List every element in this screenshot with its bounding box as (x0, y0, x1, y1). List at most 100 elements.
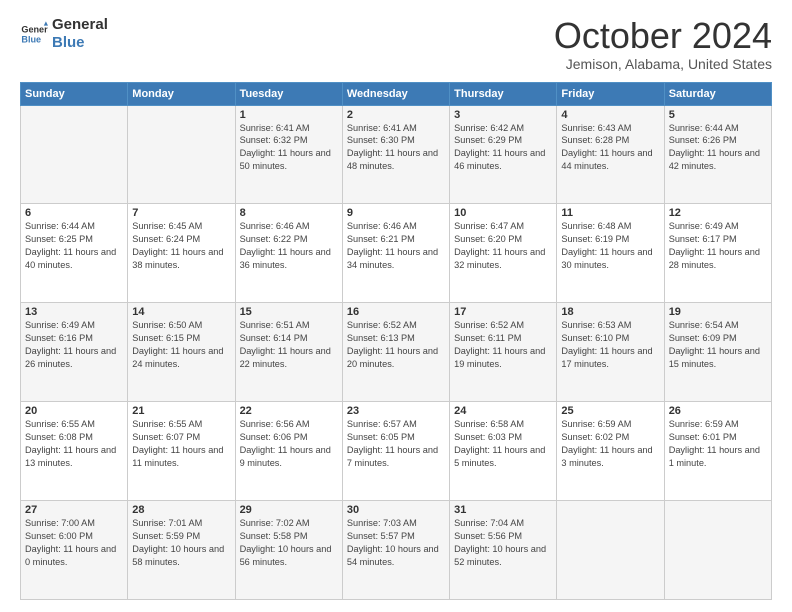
day-number: 25 (561, 405, 659, 417)
day-info: Sunrise: 6:45 AM Sunset: 6:24 PM Dayligh… (132, 220, 230, 272)
day-number: 1 (240, 109, 338, 121)
location: Jemison, Alabama, United States (554, 56, 772, 72)
day-number: 23 (347, 405, 445, 417)
day-number: 26 (669, 405, 767, 417)
calendar-cell: 24Sunrise: 6:58 AM Sunset: 6:03 PM Dayli… (450, 402, 557, 501)
logo-text: General Blue (52, 16, 108, 52)
day-number: 13 (25, 306, 123, 318)
svg-text:General: General (21, 25, 48, 35)
calendar-cell: 21Sunrise: 6:55 AM Sunset: 6:07 PM Dayli… (128, 402, 235, 501)
svg-text:Blue: Blue (21, 34, 41, 44)
calendar-cell (128, 105, 235, 204)
day-info: Sunrise: 6:53 AM Sunset: 6:10 PM Dayligh… (561, 319, 659, 371)
day-info: Sunrise: 6:42 AM Sunset: 6:29 PM Dayligh… (454, 122, 552, 174)
day-info: Sunrise: 7:02 AM Sunset: 5:58 PM Dayligh… (240, 517, 338, 569)
day-info: Sunrise: 6:59 AM Sunset: 6:02 PM Dayligh… (561, 418, 659, 470)
month-title: October 2024 (554, 16, 772, 56)
calendar-cell: 19Sunrise: 6:54 AM Sunset: 6:09 PM Dayli… (664, 303, 771, 402)
calendar-week-5: 27Sunrise: 7:00 AM Sunset: 6:00 PM Dayli… (21, 501, 772, 600)
calendar-week-2: 6Sunrise: 6:44 AM Sunset: 6:25 PM Daylig… (21, 204, 772, 303)
calendar-cell: 27Sunrise: 7:00 AM Sunset: 6:00 PM Dayli… (21, 501, 128, 600)
weekday-header-tuesday: Tuesday (235, 82, 342, 105)
day-number: 27 (25, 504, 123, 516)
day-number: 15 (240, 306, 338, 318)
calendar-cell: 5Sunrise: 6:44 AM Sunset: 6:26 PM Daylig… (664, 105, 771, 204)
day-info: Sunrise: 6:49 AM Sunset: 6:16 PM Dayligh… (25, 319, 123, 371)
calendar-cell: 11Sunrise: 6:48 AM Sunset: 6:19 PM Dayli… (557, 204, 664, 303)
weekday-header-saturday: Saturday (664, 82, 771, 105)
calendar-cell (21, 105, 128, 204)
calendar-cell (557, 501, 664, 600)
day-number: 18 (561, 306, 659, 318)
calendar-cell: 1Sunrise: 6:41 AM Sunset: 6:32 PM Daylig… (235, 105, 342, 204)
calendar-cell: 2Sunrise: 6:41 AM Sunset: 6:30 PM Daylig… (342, 105, 449, 204)
day-number: 14 (132, 306, 230, 318)
day-number: 12 (669, 207, 767, 219)
day-number: 24 (454, 405, 552, 417)
calendar-cell: 29Sunrise: 7:02 AM Sunset: 5:58 PM Dayli… (235, 501, 342, 600)
day-info: Sunrise: 7:03 AM Sunset: 5:57 PM Dayligh… (347, 517, 445, 569)
day-number: 3 (454, 109, 552, 121)
day-info: Sunrise: 6:46 AM Sunset: 6:21 PM Dayligh… (347, 220, 445, 272)
day-number: 5 (669, 109, 767, 121)
day-info: Sunrise: 6:52 AM Sunset: 6:13 PM Dayligh… (347, 319, 445, 371)
title-block: October 2024 Jemison, Alabama, United St… (554, 16, 772, 72)
day-number: 19 (669, 306, 767, 318)
day-info: Sunrise: 6:47 AM Sunset: 6:20 PM Dayligh… (454, 220, 552, 272)
calendar-cell: 14Sunrise: 6:50 AM Sunset: 6:15 PM Dayli… (128, 303, 235, 402)
logo: General Blue General Blue (20, 16, 108, 52)
day-number: 16 (347, 306, 445, 318)
day-number: 11 (561, 207, 659, 219)
calendar-cell: 4Sunrise: 6:43 AM Sunset: 6:28 PM Daylig… (557, 105, 664, 204)
calendar-cell (664, 501, 771, 600)
weekday-header-thursday: Thursday (450, 82, 557, 105)
day-info: Sunrise: 7:01 AM Sunset: 5:59 PM Dayligh… (132, 517, 230, 569)
day-info: Sunrise: 6:57 AM Sunset: 6:05 PM Dayligh… (347, 418, 445, 470)
day-info: Sunrise: 6:41 AM Sunset: 6:30 PM Dayligh… (347, 122, 445, 174)
calendar-cell: 28Sunrise: 7:01 AM Sunset: 5:59 PM Dayli… (128, 501, 235, 600)
day-number: 8 (240, 207, 338, 219)
weekday-header-monday: Monday (128, 82, 235, 105)
day-info: Sunrise: 7:00 AM Sunset: 6:00 PM Dayligh… (25, 517, 123, 569)
day-number: 4 (561, 109, 659, 121)
day-number: 31 (454, 504, 552, 516)
day-info: Sunrise: 6:48 AM Sunset: 6:19 PM Dayligh… (561, 220, 659, 272)
calendar-week-3: 13Sunrise: 6:49 AM Sunset: 6:16 PM Dayli… (21, 303, 772, 402)
day-info: Sunrise: 7:04 AM Sunset: 5:56 PM Dayligh… (454, 517, 552, 569)
day-info: Sunrise: 6:49 AM Sunset: 6:17 PM Dayligh… (669, 220, 767, 272)
day-number: 10 (454, 207, 552, 219)
day-info: Sunrise: 6:55 AM Sunset: 6:07 PM Dayligh… (132, 418, 230, 470)
calendar-cell: 13Sunrise: 6:49 AM Sunset: 6:16 PM Dayli… (21, 303, 128, 402)
calendar-cell: 9Sunrise: 6:46 AM Sunset: 6:21 PM Daylig… (342, 204, 449, 303)
day-info: Sunrise: 6:51 AM Sunset: 6:14 PM Dayligh… (240, 319, 338, 371)
day-info: Sunrise: 6:44 AM Sunset: 6:26 PM Dayligh… (669, 122, 767, 174)
day-number: 30 (347, 504, 445, 516)
calendar-week-1: 1Sunrise: 6:41 AM Sunset: 6:32 PM Daylig… (21, 105, 772, 204)
calendar-cell: 22Sunrise: 6:56 AM Sunset: 6:06 PM Dayli… (235, 402, 342, 501)
calendar-cell: 17Sunrise: 6:52 AM Sunset: 6:11 PM Dayli… (450, 303, 557, 402)
day-info: Sunrise: 6:46 AM Sunset: 6:22 PM Dayligh… (240, 220, 338, 272)
day-number: 20 (25, 405, 123, 417)
day-info: Sunrise: 6:41 AM Sunset: 6:32 PM Dayligh… (240, 122, 338, 174)
calendar-cell: 6Sunrise: 6:44 AM Sunset: 6:25 PM Daylig… (21, 204, 128, 303)
calendar-cell: 31Sunrise: 7:04 AM Sunset: 5:56 PM Dayli… (450, 501, 557, 600)
day-info: Sunrise: 6:54 AM Sunset: 6:09 PM Dayligh… (669, 319, 767, 371)
day-info: Sunrise: 6:55 AM Sunset: 6:08 PM Dayligh… (25, 418, 123, 470)
day-number: 29 (240, 504, 338, 516)
day-info: Sunrise: 6:50 AM Sunset: 6:15 PM Dayligh… (132, 319, 230, 371)
day-number: 21 (132, 405, 230, 417)
calendar-cell: 26Sunrise: 6:59 AM Sunset: 6:01 PM Dayli… (664, 402, 771, 501)
calendar-cell: 23Sunrise: 6:57 AM Sunset: 6:05 PM Dayli… (342, 402, 449, 501)
day-number: 6 (25, 207, 123, 219)
day-number: 9 (347, 207, 445, 219)
day-number: 22 (240, 405, 338, 417)
header: General Blue General Blue October 2024 J… (20, 16, 772, 72)
day-info: Sunrise: 6:59 AM Sunset: 6:01 PM Dayligh… (669, 418, 767, 470)
day-info: Sunrise: 6:56 AM Sunset: 6:06 PM Dayligh… (240, 418, 338, 470)
calendar-table: SundayMondayTuesdayWednesdayThursdayFrid… (20, 82, 772, 600)
day-number: 28 (132, 504, 230, 516)
calendar-cell: 15Sunrise: 6:51 AM Sunset: 6:14 PM Dayli… (235, 303, 342, 402)
day-number: 7 (132, 207, 230, 219)
page: General Blue General Blue October 2024 J… (0, 0, 792, 612)
day-info: Sunrise: 6:43 AM Sunset: 6:28 PM Dayligh… (561, 122, 659, 174)
